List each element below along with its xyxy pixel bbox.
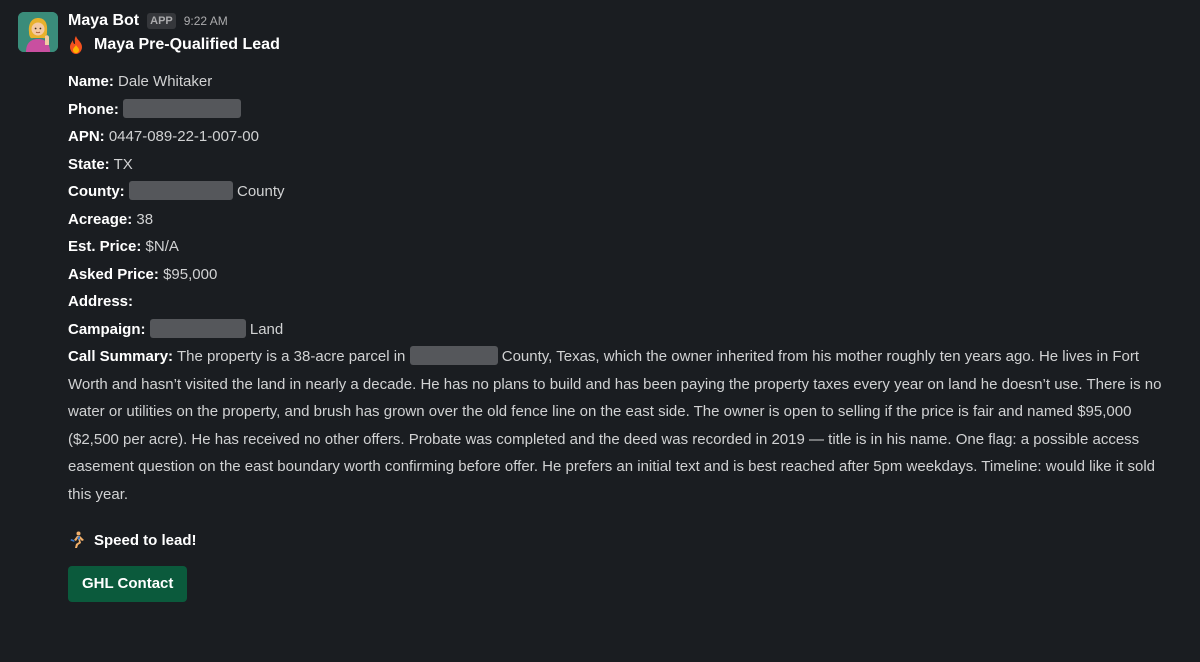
message-content: Maya Bot APP 9:22 AM Maya Pre-Qualified … [68,10,1180,602]
field-campaign-suffix: Land [249,320,284,338]
field-phone-label: Phone: [68,100,119,118]
field-address-label: Address: [68,293,134,310]
woman-tipping-hand-icon [18,12,58,52]
field-county-suffix: County [237,183,285,200]
field-asked-price-label: Asked Price: [68,265,159,283]
field-campaign: Campaign: Land [68,316,1180,344]
bot-message: Maya Bot APP 9:22 AM Maya Pre-Qualified … [0,0,1200,662]
avatar[interactable] [18,12,58,52]
call-summary-text-start: The property is a 38-acre parcel in [176,348,406,365]
field-acreage-value: 38 [136,210,154,228]
ghl-contact-button[interactable]: GHL Contact [68,566,188,602]
fire-icon [68,36,84,54]
field-est-price: Est. Price: $N/A [68,233,1180,261]
field-asked-price-value: $95,000 [163,265,218,283]
message-title: Maya Pre-Qualified Lead [68,32,1180,58]
field-campaign-label: Campaign: [68,320,146,338]
field-name: Name: Dale Whitaker [68,68,1180,96]
app-badge: APP [147,13,176,29]
field-address: Address: [68,288,1180,316]
field-apn-label: APN: [68,128,105,145]
summary-county-redaction [409,346,498,365]
call-summary-text-rest: County, Texas, which the owner inherited… [68,348,1162,503]
lead-title: Maya Pre-Qualified Lead [94,36,280,53]
field-est-price-value: $N/A [145,238,179,255]
field-name-value: Dale Whitaker [118,73,213,90]
field-state-label: State: [68,155,110,173]
runner-icon [68,531,86,549]
phone-redaction [123,98,242,118]
field-asked-price: Asked Price: $95,000 [68,261,1180,289]
field-acreage: Acreage: 38 [68,206,1180,234]
field-acreage-label: Acreage: [68,210,133,228]
campaign-redaction [149,318,246,338]
field-state-value: TX [113,155,133,173]
lead-fields: Name: Dale Whitaker Phone: APN: 0447-089… [68,68,1180,508]
timestamp[interactable]: 9:22 AM [184,14,228,28]
sender-name[interactable]: Maya Bot [68,12,139,30]
field-phone: Phone: [68,96,1180,124]
field-apn: APN: 0447-089-22-1-007-00 [68,123,1180,151]
message-header: Maya Bot APP 9:22 AM [68,10,1180,32]
field-state: State: TX [68,151,1180,179]
field-county: County: County [68,178,1180,206]
speed-to-lead-text: Speed to lead! [94,531,197,549]
county-redaction [128,181,233,200]
call-summary: Call Summary: The property is a 38-acre … [68,343,1180,508]
field-county-label: County: [68,183,125,200]
speed-to-lead: Speed to lead! [68,528,1180,552]
field-apn-value: 0447-089-22-1-007-00 [108,128,259,145]
call-summary-label: Call Summary: [68,348,174,365]
field-est-price-label: Est. Price: [68,238,142,255]
field-name-label: Name: [68,73,114,90]
